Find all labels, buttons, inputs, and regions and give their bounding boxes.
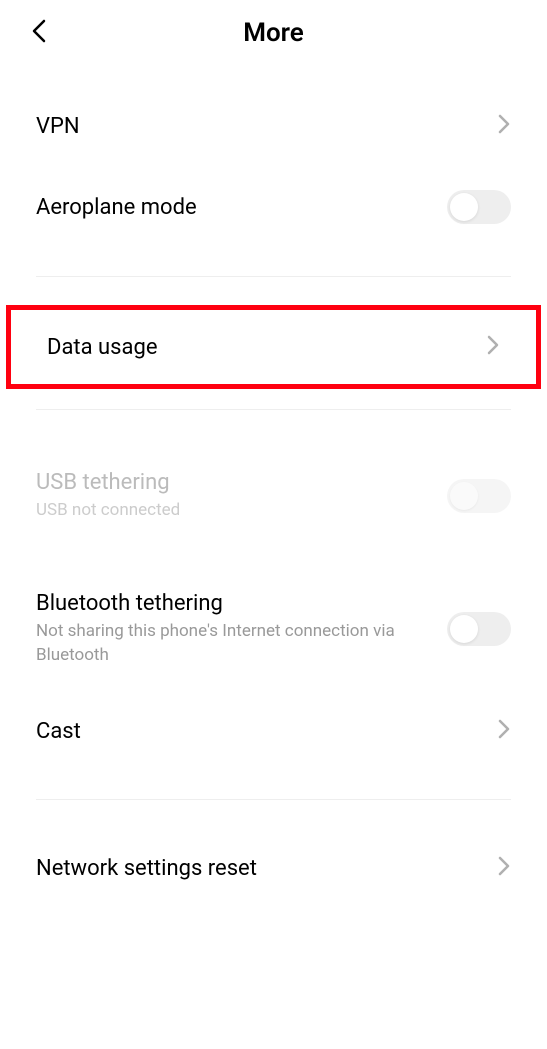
item-cast[interactable]: Cast bbox=[0, 691, 547, 771]
chevron-right-icon bbox=[497, 113, 511, 139]
back-button[interactable] bbox=[30, 17, 50, 49]
toggle-knob bbox=[450, 193, 478, 221]
item-network-reset-label: Network settings reset bbox=[36, 856, 481, 881]
item-network-reset[interactable]: Network settings reset bbox=[0, 828, 547, 908]
chevron-left-icon bbox=[30, 17, 50, 45]
toggle-knob bbox=[450, 615, 478, 643]
content: VPN Aeroplane mode Data usage bbox=[0, 66, 547, 908]
item-vpn[interactable]: VPN bbox=[0, 86, 547, 166]
usb-tethering-toggle bbox=[447, 479, 511, 513]
chevron-right-icon bbox=[497, 855, 511, 881]
item-usb-tethering-sublabel: USB not connected bbox=[36, 499, 431, 523]
item-data-usage-label: Data usage bbox=[47, 335, 470, 360]
item-aeroplane-label: Aeroplane mode bbox=[36, 195, 431, 220]
page-title: More bbox=[20, 18, 527, 48]
item-data-usage[interactable]: Data usage bbox=[6, 305, 541, 389]
item-bluetooth-tethering-sublabel: Not sharing this phone's Internet connec… bbox=[36, 620, 431, 668]
chevron-right-icon bbox=[486, 334, 500, 360]
item-usb-tethering-label: USB tethering bbox=[36, 470, 431, 495]
toggle-knob bbox=[450, 482, 478, 510]
item-vpn-label: VPN bbox=[36, 114, 481, 139]
item-bluetooth-tethering-label: Bluetooth tethering bbox=[36, 591, 431, 616]
chevron-right-icon bbox=[497, 718, 511, 744]
aeroplane-toggle[interactable] bbox=[447, 190, 511, 224]
header: More bbox=[0, 0, 547, 66]
bluetooth-tethering-toggle[interactable] bbox=[447, 612, 511, 646]
item-cast-label: Cast bbox=[36, 719, 481, 744]
item-bluetooth-tethering[interactable]: Bluetooth tethering Not sharing this pho… bbox=[0, 567, 547, 692]
item-usb-tethering: USB tethering USB not connected bbox=[0, 446, 547, 547]
item-aeroplane-mode[interactable]: Aeroplane mode bbox=[0, 166, 547, 248]
